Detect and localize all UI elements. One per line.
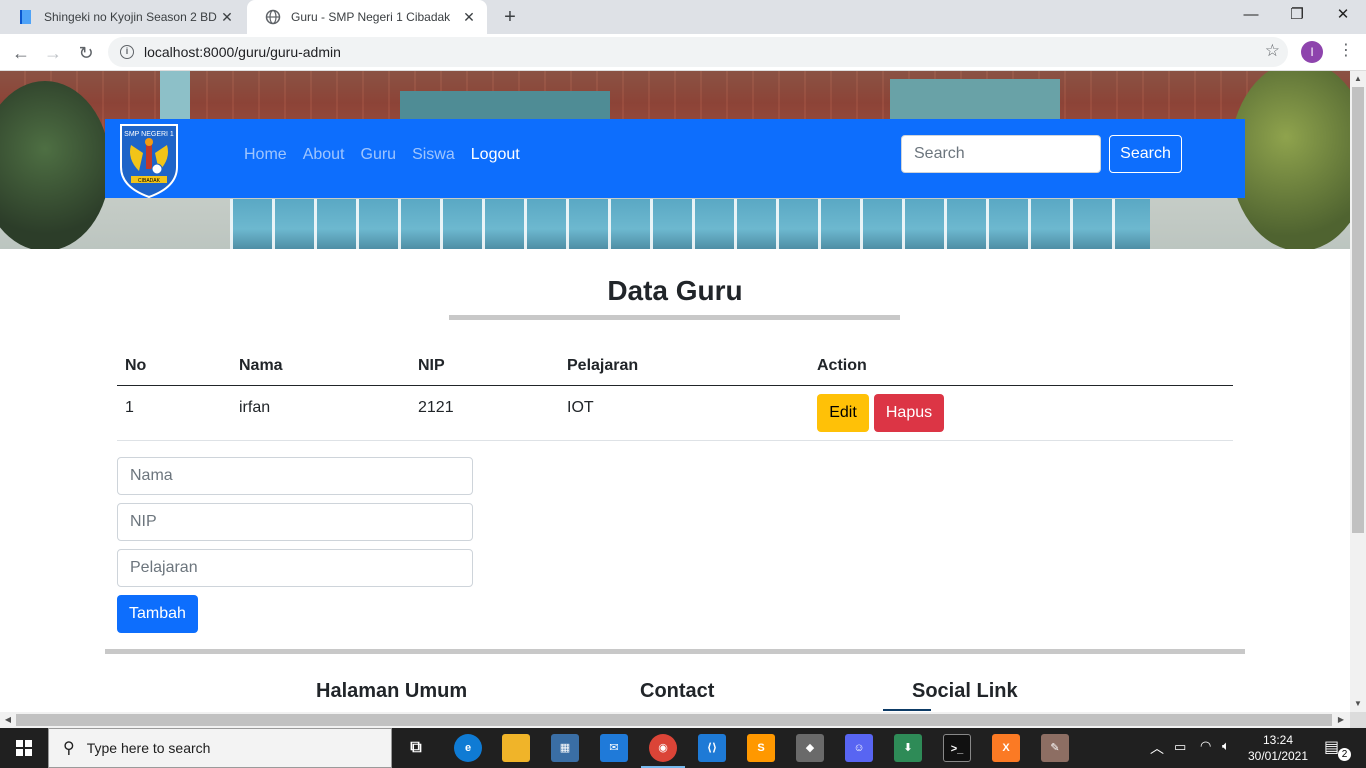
edge-icon[interactable]: e: [454, 734, 482, 762]
edit-button[interactable]: Edit: [817, 394, 869, 432]
nav-link-guru[interactable]: Guru: [361, 146, 397, 164]
terminal-icon[interactable]: >_: [943, 734, 971, 762]
tab-title: Shingeki no Kyojin Season 2 BD (: [44, 10, 219, 24]
nip-field[interactable]: [117, 503, 473, 541]
address-bar[interactable]: i localhost:8000/guru/guru-admin ☆: [108, 37, 1288, 67]
reload-icon[interactable]: ↻: [73, 40, 99, 66]
nav-links: Home About Guru Siswa Logout: [244, 146, 520, 164]
tab-title: Guru - SMP Negeri 1 Cibadak: [291, 10, 451, 24]
search-button[interactable]: Search: [1109, 135, 1182, 173]
cell-nip: 2121: [418, 399, 454, 416]
column-header-nip: NIP: [418, 357, 445, 374]
page-viewport: SMP NEGERI 1 CIBADAK Home About Guru Sis…: [0, 71, 1350, 712]
scroll-down-icon[interactable]: ▼: [1350, 697, 1366, 711]
taskbar-clock[interactable]: 13:24 30/01/2021: [1240, 732, 1316, 764]
delete-button[interactable]: Hapus: [874, 394, 944, 432]
info-icon[interactable]: i: [120, 45, 134, 59]
windows-taskbar: ⚲ Type here to search ⧉ e ▦ ✉ ◉ ⟨⟩ S ◆ ☺…: [0, 728, 1366, 768]
sublime-text-icon[interactable]: S: [747, 734, 775, 762]
horizontal-scroll-thumb[interactable]: [16, 714, 1332, 726]
school-logo[interactable]: SMP NEGERI 1 CIBADAK: [117, 121, 181, 199]
table-header-row: No Nama NIP Pelajaran Action: [117, 341, 1233, 386]
forward-icon[interactable]: →: [40, 40, 66, 66]
site-navbar: SMP NEGERI 1 CIBADAK Home About Guru Sis…: [105, 119, 1245, 199]
store-icon[interactable]: ▦: [551, 734, 579, 762]
back-icon[interactable]: ←: [8, 40, 34, 66]
volume-icon[interactable]: 🔈︎: [1222, 738, 1230, 768]
vertical-scroll-thumb[interactable]: [1352, 87, 1364, 533]
globe-icon: [265, 9, 281, 25]
vscode-icon[interactable]: ⟨⟩: [698, 734, 726, 762]
svg-text:CIBADAK: CIBADAK: [138, 178, 161, 184]
chevron-up-icon[interactable]: ︿: [1150, 738, 1164, 768]
add-button[interactable]: Tambah: [117, 595, 198, 633]
scroll-left-icon[interactable]: ◀: [1, 712, 15, 728]
footer-heading-social-link: Social Link: [912, 680, 1018, 702]
scroll-right-icon[interactable]: ▶: [1334, 712, 1348, 728]
column-header-nama: Nama: [239, 357, 283, 374]
footer-underline: [883, 709, 931, 711]
search-icon: ⚲: [63, 740, 75, 757]
vertical-scrollbar[interactable]: ▲ ▼: [1350, 71, 1366, 712]
paint-icon[interactable]: ✎: [1041, 734, 1069, 762]
profile-avatar[interactable]: I: [1301, 41, 1323, 63]
minimize-icon[interactable]: —: [1228, 0, 1274, 32]
nav-link-siswa[interactable]: Siswa: [412, 146, 455, 164]
browser-menu-icon[interactable]: ⋮: [1338, 40, 1354, 64]
notification-icon[interactable]: ▤: [1324, 737, 1339, 768]
git-icon[interactable]: ◆: [796, 734, 824, 762]
search-input[interactable]: [901, 135, 1101, 173]
taskbar-search-box[interactable]: ⚲ Type here to search: [48, 728, 392, 768]
page-title: Data Guru: [607, 275, 743, 306]
nav-link-logout[interactable]: Logout: [471, 146, 520, 164]
footer-divider: [105, 649, 1245, 654]
browser-tab-strip: Shingeki no Kyojin Season 2 BD ( ✕ Guru …: [0, 0, 1366, 34]
footer-heading-contact: Contact: [640, 680, 715, 702]
cell-no: 1: [125, 399, 134, 416]
browser-tab-shingeki[interactable]: Shingeki no Kyojin Season 2 BD ( ✕: [0, 0, 245, 34]
taskbar-search-placeholder: Type here to search: [86, 740, 211, 756]
windows-start-icon[interactable]: [0, 728, 48, 768]
file-explorer-icon[interactable]: [502, 734, 530, 762]
scrollbar-corner: [1350, 712, 1366, 728]
book-icon: [20, 10, 31, 24]
wifi-icon[interactable]: ◠: [1200, 738, 1211, 768]
footer-heading-halaman-umum: Halaman Umum: [316, 680, 468, 702]
close-tab-icon[interactable]: ✕: [461, 9, 477, 26]
browser-tab-guru[interactable]: Guru - SMP Negeri 1 Cibadak ✕: [247, 0, 487, 34]
chrome-icon[interactable]: ◉: [641, 734, 685, 768]
scroll-up-icon[interactable]: ▲: [1350, 72, 1366, 86]
download-manager-icon[interactable]: ⬇: [894, 734, 922, 762]
column-header-pelajaran: Pelajaran: [567, 357, 639, 374]
horizontal-scrollbar[interactable]: ◀ ▶: [0, 712, 1350, 728]
close-tab-icon[interactable]: ✕: [219, 9, 235, 26]
xampp-icon[interactable]: X: [992, 734, 1020, 762]
column-header-no: No: [125, 357, 147, 374]
clock-time: 13:24: [1262, 733, 1294, 747]
guru-table: No Nama NIP Pelajaran Action 1 irfan 212…: [117, 341, 1233, 441]
window-close-icon[interactable]: ✕: [1320, 0, 1366, 32]
url-text: localhost:8000/guru/guru-admin: [144, 44, 341, 60]
cell-pelajaran: IOT: [567, 399, 594, 416]
notification-count-badge: 2: [1338, 748, 1351, 761]
cell-nama: irfan: [239, 399, 271, 416]
mail-icon[interactable]: ✉: [600, 734, 628, 762]
title-divider: [449, 315, 900, 320]
restore-icon[interactable]: ❐: [1274, 0, 1320, 32]
nav-link-home[interactable]: Home: [244, 146, 287, 164]
bookmark-star-icon[interactable]: ☆: [1265, 41, 1280, 61]
table-row: 1 irfan 2121 IOT Edit Hapus: [117, 386, 1233, 441]
task-view-icon[interactable]: ⧉: [402, 734, 430, 762]
discord-icon[interactable]: ☺: [845, 734, 873, 762]
battery-icon[interactable]: ▭: [1174, 739, 1186, 768]
nama-field[interactable]: [117, 457, 473, 495]
pelajaran-field[interactable]: [117, 549, 473, 587]
clock-date: 30/01/2021: [1247, 749, 1309, 763]
browser-toolbar: ← → ↻ i localhost:8000/guru/guru-admin ☆…: [0, 34, 1366, 71]
nav-link-about[interactable]: About: [303, 146, 345, 164]
column-header-action: Action: [817, 357, 867, 374]
new-tab-icon[interactable]: +: [498, 5, 522, 29]
svg-text:SMP NEGERI 1: SMP NEGERI 1: [124, 131, 174, 138]
